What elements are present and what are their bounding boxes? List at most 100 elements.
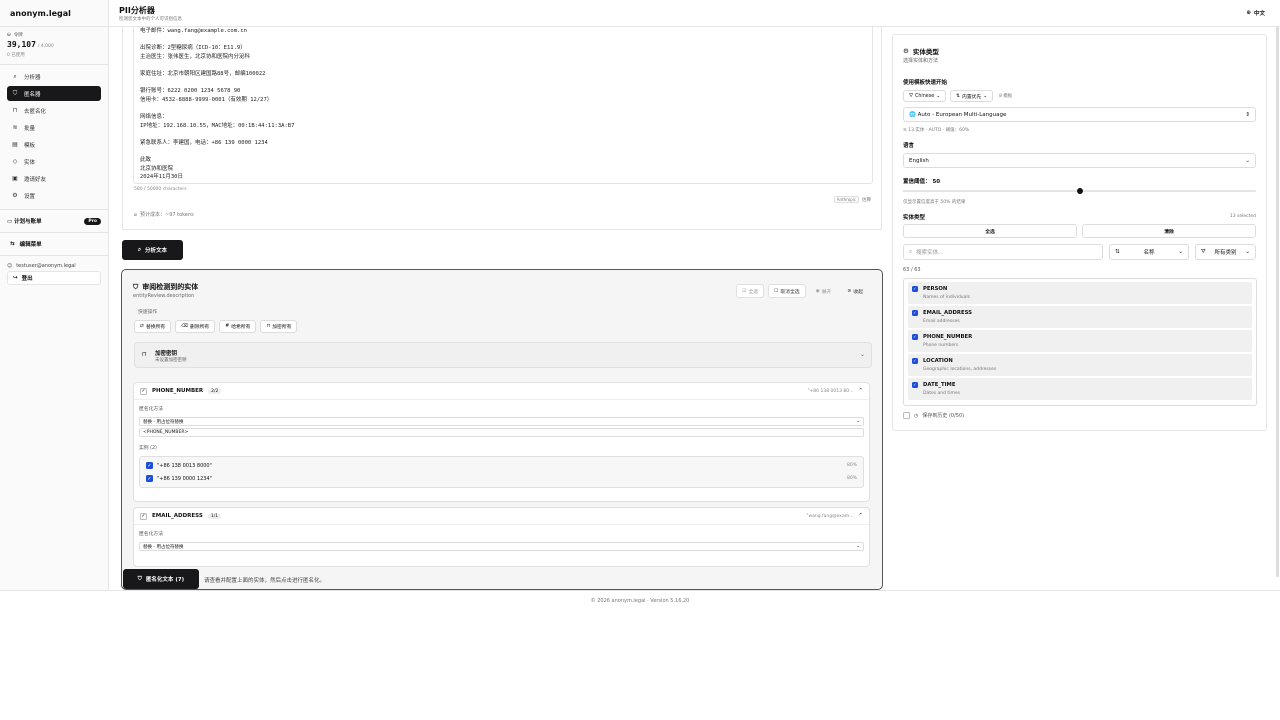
sidebar-item-analyzer[interactable]: ⌕ 分析器 [7,69,101,84]
tokenizer-tag: Anthropic [833,196,859,203]
save-history-toggle[interactable]: ◷ 保存到历史 (0/50) [903,412,964,419]
logout-button[interactable]: ↪ 登出 [7,271,101,285]
char-count: 580 / 50000 characters [134,187,187,192]
sidebar-item-templates[interactable]: ▤ 模板 [7,137,101,152]
sidebar-item-deanonymize[interactable]: ⊓ 去匿名化 [7,103,101,118]
replacement-input[interactable]: <PHONE_NUMBER> [139,428,864,437]
entity-type-item[interactable]: ✓ PERSON Names of individuals [908,282,1252,304]
entity-types-label: 实体类型 [903,215,926,221]
chevron-down-icon: ⌄ [1178,249,1183,255]
token-estimate: ⌀ 预计成本：~97 tokens [134,211,194,219]
template-label: 使用模板快速开始 [903,80,948,86]
entity-search-input[interactable]: ⌕ 搜索实体... [903,244,1103,260]
select-all-button[interactable]: ☑ 全选 [736,284,765,298]
analyze-text-button[interactable]: ⌕ 分析文本 [122,240,183,260]
paperclip-icon: ⌀ [134,211,138,218]
app-logo[interactable]: anonym.legal [0,0,108,27]
entity-group-header[interactable]: ✓ EMAIL_ADDRESS 1/1 "wang.fang@exam... ⌃ [134,508,869,525]
entity-type-item[interactable]: ✓ LOCATION Geographic locations, addresses [908,354,1252,376]
language-filter-chip[interactable]: ⛛ Chinese ⌄ [903,90,947,102]
language-switcher[interactable]: ⊕ 中文 [1246,9,1265,17]
tokenizer-indicator: Anthropic 估算 [833,196,871,203]
instances-label: 实例 (2) [139,446,157,451]
select-all-types-button[interactable]: 全选 [903,224,1077,238]
method-label: 匿名化方法 [139,532,163,537]
clear-types-button[interactable]: 清除 [1082,224,1256,238]
layers-icon: ≋ [12,124,18,131]
entity-count: 63 / 63 [903,267,921,273]
entity-type-item[interactable]: ✓ EMAIL_ADDRESS Email addresses [908,306,1252,328]
entity-type-checkbox[interactable]: ✓ [912,310,918,316]
sidebar: anonym.legal ⛁ 令牌 39,107/ 4,000 0 已使用 ⌕ 分析… [0,0,109,590]
entity-type-checkbox[interactable]: ✓ [912,286,918,292]
threshold-label: 置信阈值： 50 [903,179,941,185]
slider-thumb[interactable] [1076,188,1083,194]
footer-copyright: © 2026 anonym.legal · Version 5.16.20 [590,598,690,604]
user-email: testuser@anonym.legal [16,262,76,269]
sidebar-item-invite[interactable]: ▣ 邀请好友 [7,171,101,186]
chevron-up-icon[interactable]: ⌃ [858,513,863,519]
chevron-down-icon: ⌄ [859,351,865,358]
panel-subtitle: 选择实体和方法 [903,58,939,64]
text-input-area[interactable]: 电子邮件：wang.fang@example.com.cn 出院诊断：2型糖尿病… [133,27,873,184]
sidebar-nav: ⌕ 分析器 ⛉ 匿名器 ⊓ 去匿名化 ≋ 批量 ▤ 模板 ◇ 实体 ▣ 邀请好友 ⚙ 设置 [0,65,108,209]
entity-group-header[interactable]: ✓ PHONE_NUMBER 2/2 "+86 138 0013 80... ⌃ [134,383,869,400]
collapse-button[interactable]: ⊘ 收起 [841,284,869,298]
method-select[interactable]: 替换 - 用占位符替换 ⌄ [139,542,864,551]
credit-card-icon: ▭ [7,219,13,225]
entity-type-checkbox[interactable]: ✓ [912,358,918,364]
sidebar-item-batch[interactable]: ≋ 批量 [7,120,101,135]
quick-actions: ⇄ 替换所有 ⌫ 删除所有 # 哈希所有 ⊓ 加密所有 [134,320,298,333]
entity-type-item[interactable]: ✓ PHONE_NUMBER Phone numbers [908,330,1252,352]
review-toolbar: ☑ 全选 ☐ 取消全选 ◉ 展开 ⊘ 收起 [736,284,869,298]
threshold-value: 50 [932,179,941,185]
page-scrollbar[interactable] [1276,27,1279,577]
lock-icon: ⊓ [266,324,271,329]
instance-checkbox[interactable]: ✓ [146,462,153,469]
entity-group-checkbox[interactable]: ✓ [140,512,147,520]
filter-icon: ⛛ [1201,248,1206,255]
save-history-checkbox[interactable] [903,412,910,419]
expand-button[interactable]: ◉ 展开 [810,284,838,298]
instances-list: ✓ "+86 138 0013 8000" 80% ✓ "+86 139 0000 1… [139,456,864,488]
square-icon: ☐ [774,288,779,294]
page-title: PII分析器 [119,6,155,15]
template-select[interactable]: 🌐 Auto - European Multi-Language ⇕ [903,107,1256,122]
chevron-up-icon[interactable]: ⌃ [858,388,863,394]
unlock-icon: ⊓ [12,107,18,114]
sort-select[interactable]: ⇅ 名称 ⌄ [1109,244,1189,260]
encrypt-all-button[interactable]: ⊓ 加密所有 [260,320,298,333]
encryption-key-title: 加密密钥 [155,351,178,357]
plan-billing-link[interactable]: ▭ 计划与账单 Pro [7,214,101,228]
entity-type-item[interactable]: ✓ DATE_TIME Dates and times [908,378,1252,400]
sidebar-item-settings[interactable]: ⚙ 设置 [7,188,101,203]
edit-menu-button[interactable]: ⇆ 编辑菜单 [7,237,101,251]
entity-type-checkbox[interactable]: ✓ [912,382,918,388]
sidebar-item-anonymizer[interactable]: ⛉ 匿名器 [7,86,101,101]
entity-group-checkbox[interactable]: ✓ [140,387,147,395]
encryption-key-section[interactable]: ⊓ 加密密钥 未设置加密密钥 ⌄ [134,342,872,368]
redact-all-button[interactable]: ⌫ 删除所有 [175,320,216,333]
eye-off-icon: ⊘ [847,288,852,294]
chevron-down-icon: ⌄ [983,93,988,99]
language-select[interactable]: English ⌄ [903,153,1256,168]
instance-checkbox[interactable]: ✓ [146,475,153,482]
eye-icon: ◉ [815,288,820,294]
method-select[interactable]: 替换 - 用占位符替换 ⌄ [139,417,864,426]
instance-row[interactable]: ✓ "+86 139 0000 1234" 80% [146,472,857,485]
sidebar-item-entities[interactable]: ◇ 实体 [7,154,101,169]
threshold-slider[interactable] [903,188,1256,194]
deselect-all-button[interactable]: ☐ 取消全选 [768,284,806,298]
builtin-sort-chip[interactable]: ⇅ 内置优先 ⌄ [950,90,994,102]
hash-all-button[interactable]: # 哈希所有 [219,320,257,333]
replace-all-button[interactable]: ⇄ 替换所有 [134,320,172,333]
credits-total: / 4,000 [37,44,54,49]
anonymize-text-button[interactable]: ⛉ 匿名化文本 (7) [123,569,199,589]
entity-type-checkbox[interactable]: ✓ [912,334,918,340]
coins-icon: ⛁ [7,32,11,38]
app-root: anonym.legal ⛁ 令牌 39,107/ 4,000 0 已使用 ⌕ 分析… [0,0,1280,720]
filter-icon: ⛛ [909,94,914,99]
category-filter-select[interactable]: ⛛ 所有类别 ⌄ [1195,244,1256,260]
anonymize-hint: 请查看并配置上面的实体，然后点击进行匿名化。 [204,578,326,584]
instance-row[interactable]: ✓ "+86 138 0013 8000" 80% [146,459,857,472]
